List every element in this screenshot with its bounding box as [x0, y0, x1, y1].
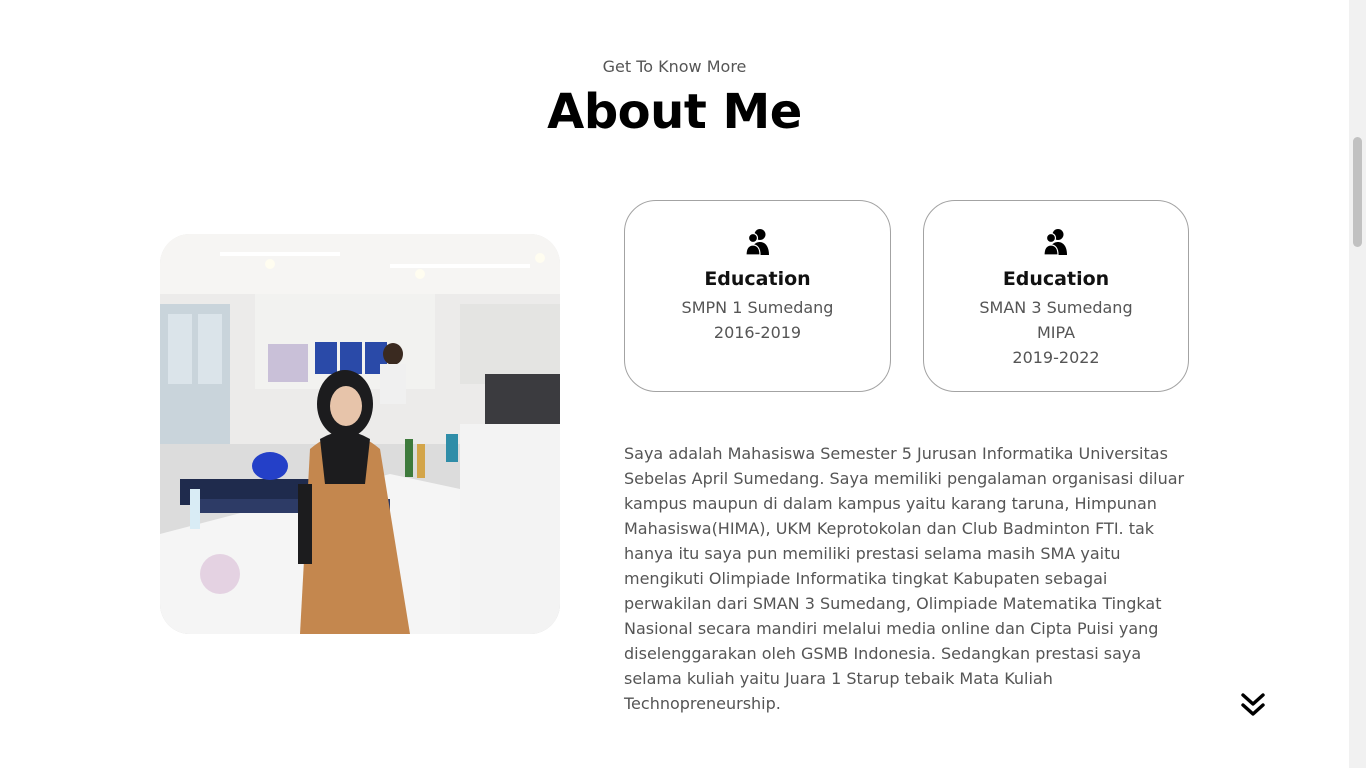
about-section: Get To Know More About Me Education SMPN… — [0, 0, 1349, 768]
card-title: Education — [1002, 268, 1110, 290]
section-title: About Me — [547, 84, 802, 140]
scrollbar-thumb[interactable] — [1353, 137, 1362, 247]
double-chevron-down-icon[interactable] — [1240, 692, 1266, 718]
profile-photo-illustration — [160, 234, 560, 634]
education-card-sma: Education SMAN 3 Sumedang MIPA 2019-2022 — [923, 200, 1189, 392]
profile-photo — [160, 234, 560, 634]
section-subtitle: Get To Know More — [602, 57, 747, 76]
education-card-smp: Education SMPN 1 Sumedang 2016-2019 — [624, 200, 891, 392]
page-scrollbar[interactable] — [1349, 0, 1366, 768]
card-line-years: 2016-2019 — [713, 323, 802, 342]
card-line-school: SMPN 1 Sumedang — [681, 298, 834, 317]
card-line-years: 2019-2022 — [1012, 348, 1100, 367]
card-line-major: MIPA — [1036, 323, 1076, 342]
card-line-school: SMAN 3 Sumedang — [979, 298, 1133, 317]
card-title: Education — [704, 268, 811, 290]
user-group-icon — [744, 229, 769, 256]
about-description: Saya adalah Mahasiswa Semester 5 Jurusan… — [624, 444, 1185, 713]
user-group-icon — [1043, 229, 1067, 256]
